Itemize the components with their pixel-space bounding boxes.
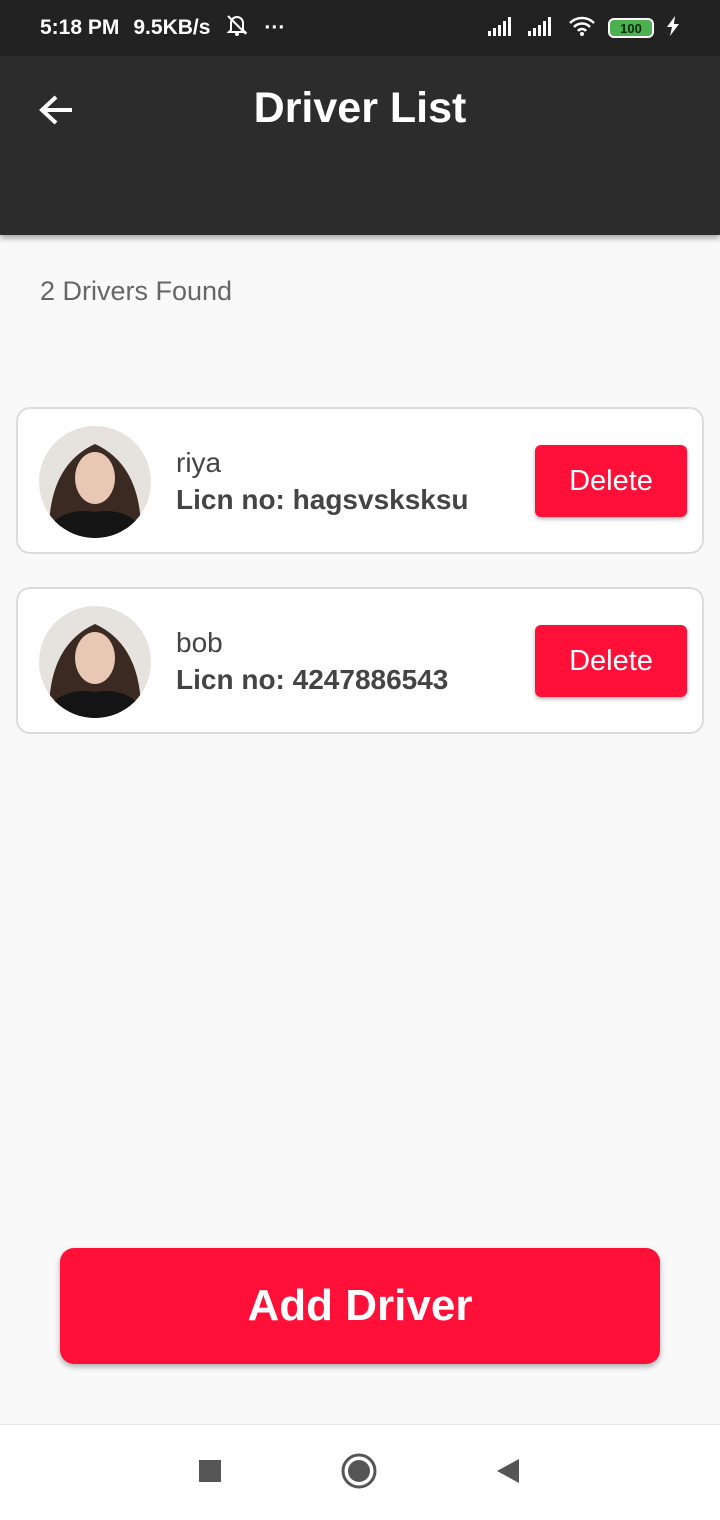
driver-name: riya: [176, 447, 222, 478]
bell-muted-icon: [224, 13, 250, 43]
home-circle-icon: [340, 1452, 378, 1495]
status-network-speed: 9.5KB/s: [133, 16, 211, 39]
recents-button[interactable]: [184, 1447, 236, 1499]
battery-level: 100: [620, 20, 642, 36]
app-bar: Driver List: [0, 56, 720, 235]
driver-card: riya Licn no: hagsvsksksu Delete: [16, 407, 704, 554]
recents-square-icon: [198, 1459, 222, 1488]
avatar: [39, 426, 151, 538]
add-driver-button[interactable]: Add Driver: [60, 1248, 660, 1364]
signal-icon: [488, 16, 516, 41]
delete-button[interactable]: Delete: [535, 625, 687, 697]
system-nav-bar: [0, 1424, 720, 1520]
driver-license: Licn no: 4247886543: [176, 664, 449, 695]
driver-name: bob: [176, 627, 223, 658]
driver-license: Licn no: hagsvsksksu: [176, 484, 469, 515]
driver-card: bob Licn no: 4247886543 Delete: [16, 587, 704, 734]
status-right: 100: [488, 15, 680, 42]
delete-button[interactable]: Delete: [535, 445, 687, 517]
signal-icon: [528, 16, 556, 41]
page-title: Driver List: [253, 84, 467, 132]
status-left: 5:18 PM 9.5KB/s ···: [40, 13, 285, 43]
system-back-button[interactable]: [482, 1447, 534, 1499]
avatar: [39, 606, 151, 718]
wifi-icon: [568, 15, 596, 42]
status-bar: 5:18 PM 9.5KB/s ··· 100: [0, 0, 720, 56]
battery-icon: 100: [608, 18, 654, 38]
drivers-count-text: 2 Drivers Found: [40, 276, 233, 306]
status-time: 5:18 PM: [40, 16, 120, 39]
home-button[interactable]: [333, 1447, 385, 1499]
charging-icon: [666, 15, 680, 41]
status-more-indicator: ···: [264, 16, 286, 39]
back-triangle-icon: [495, 1457, 521, 1490]
